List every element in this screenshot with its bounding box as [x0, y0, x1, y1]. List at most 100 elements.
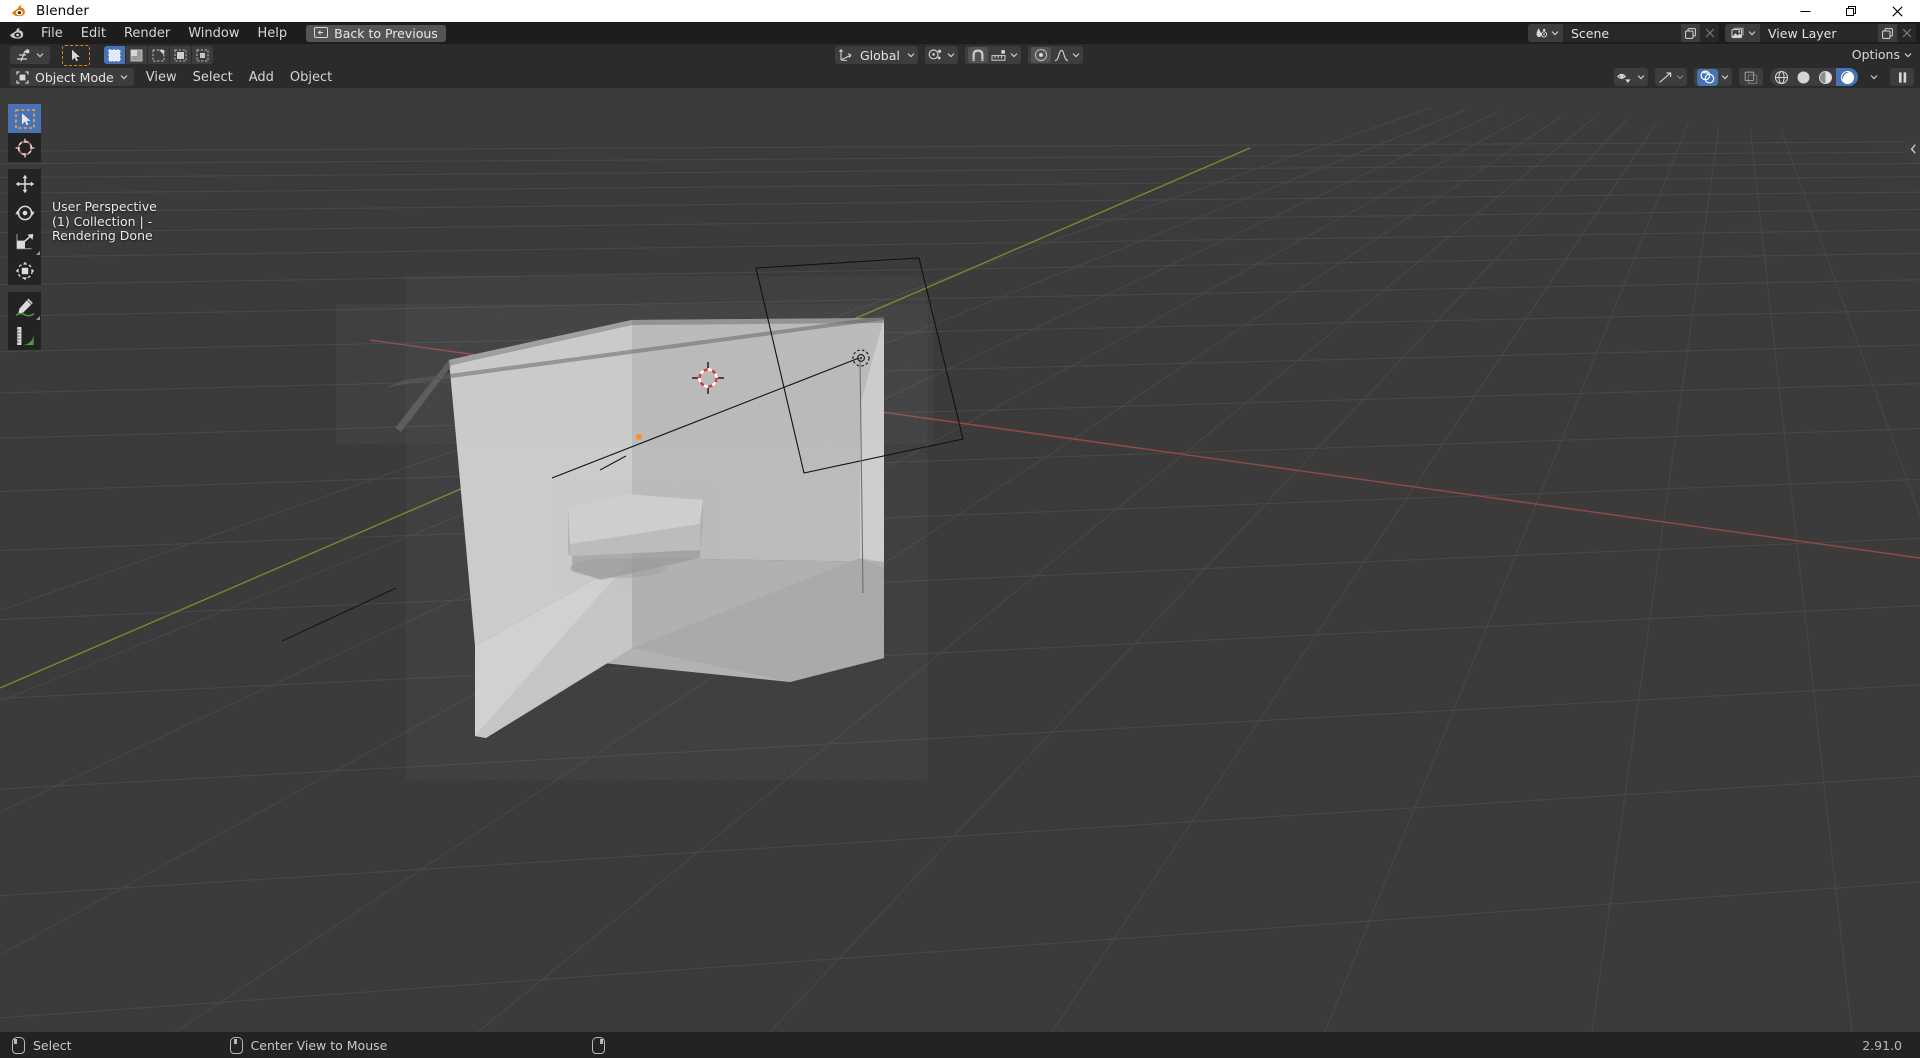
- gizmos-dropdown[interactable]: [1655, 68, 1687, 86]
- select-intersect-icon[interactable]: [192, 46, 213, 64]
- mouse-left-icon: [12, 1036, 25, 1054]
- gizmo-icon: [1659, 71, 1672, 83]
- unlink-x-icon[interactable]: [1700, 24, 1719, 42]
- select-invert-icon[interactable]: [170, 46, 191, 64]
- status-bar: Select Center View to Mouse 2.91.0: [0, 1032, 1920, 1058]
- minimize-button[interactable]: [1782, 0, 1828, 22]
- scene-data-icon[interactable]: [1528, 24, 1563, 42]
- menu-render[interactable]: Render: [115, 24, 179, 43]
- mouse-middle-icon: [229, 1036, 243, 1054]
- snapping-group[interactable]: [964, 46, 1021, 64]
- back-to-previous-button[interactable]: Back to Previous: [306, 24, 446, 42]
- orientation-axis-icon: [838, 48, 853, 62]
- tool-annotate[interactable]: [8, 292, 41, 321]
- active-tool-button[interactable]: [10, 46, 50, 64]
- select-tool-indicator[interactable]: [62, 44, 90, 66]
- proportional-editing-group[interactable]: [1027, 46, 1083, 64]
- overlays-dropdown[interactable]: [1694, 68, 1732, 86]
- viewport-menu-add[interactable]: Add: [241, 68, 282, 87]
- tool-submenu-indicator: [36, 251, 40, 255]
- pause-render-button[interactable]: [1890, 68, 1914, 86]
- mode-selector[interactable]: Object Mode: [10, 68, 134, 86]
- snap-increment-icon[interactable]: [991, 49, 1007, 62]
- shading-wireframe[interactable]: [1770, 68, 1792, 86]
- status-center-view-label: Center View to Mouse: [250, 1037, 388, 1053]
- tool-measure[interactable]: [8, 321, 41, 350]
- xray-toggle[interactable]: [1739, 68, 1763, 86]
- shading-solid[interactable]: [1792, 68, 1814, 86]
- maximize-button[interactable]: [1828, 0, 1874, 22]
- menu-help[interactable]: Help: [249, 24, 297, 43]
- back-to-previous-label: Back to Previous: [334, 25, 438, 41]
- chevron-down-icon: [1637, 75, 1645, 80]
- chevron-down-icon: [1870, 75, 1878, 80]
- view-layer-icon[interactable]: [1725, 24, 1760, 42]
- blender-version: 2.91.0: [1862, 1037, 1902, 1053]
- window-title: Blender: [36, 3, 89, 19]
- blender-window: Blender File Edit Render Window Help Bac…: [0, 0, 1920, 1058]
- 3d-viewport[interactable]: User Perspective (1) Collection | - Rend…: [0, 88, 1920, 1032]
- select-mode-group: [104, 46, 213, 64]
- viewport-menu-select[interactable]: Select: [185, 68, 241, 87]
- magnet-icon[interactable]: [967, 47, 988, 63]
- menu-edit[interactable]: Edit: [72, 24, 115, 43]
- shading-material[interactable]: [1814, 68, 1836, 86]
- chevron-down-icon: [1010, 53, 1018, 58]
- sidebar-collapse-arrow[interactable]: [1906, 136, 1920, 162]
- smooth-falloff-icon[interactable]: [1054, 49, 1069, 62]
- status-context-menu[interactable]: [592, 1036, 613, 1054]
- viewport-menubar: View Select Add Object: [138, 68, 340, 87]
- tool-settings-bar: Global Options: [0, 44, 1920, 66]
- pivot-point-icon: [928, 48, 944, 62]
- scene-name[interactable]: Scene: [1563, 24, 1681, 42]
- viewport-toolbar: [8, 104, 41, 350]
- status-select-label: Select: [33, 1037, 72, 1053]
- window-controls: [1782, 0, 1920, 22]
- new-copy-icon[interactable]: [1681, 24, 1700, 42]
- object-origin-dot: [636, 434, 642, 440]
- menu-file[interactable]: File: [32, 24, 72, 43]
- select-extend-icon[interactable]: [126, 46, 147, 64]
- viewport-menu-object[interactable]: Object: [282, 68, 340, 87]
- new-copy-icon[interactable]: [1878, 24, 1897, 42]
- chevron-down-icon: [1676, 75, 1684, 80]
- pivot-point-selector[interactable]: [924, 46, 958, 64]
- viewport-menu-view[interactable]: View: [138, 68, 185, 87]
- tool-rotate[interactable]: [8, 198, 41, 227]
- status-select[interactable]: Select: [12, 1036, 72, 1054]
- close-button[interactable]: [1874, 0, 1920, 22]
- back-to-previous-icon: [314, 27, 329, 39]
- transform-orientation-selector[interactable]: Global: [835, 46, 918, 64]
- object-visibility-dropdown[interactable]: [1614, 68, 1648, 86]
- chevron-left-icon: [1910, 144, 1916, 154]
- shading-options-dropdown[interactable]: [1865, 68, 1883, 86]
- pause-icon: [1898, 71, 1906, 83]
- shading-mode-group: [1770, 68, 1858, 86]
- status-center-view[interactable]: Center View to Mouse: [229, 1036, 388, 1054]
- overlays-icon[interactable]: [1697, 68, 1718, 86]
- options-dropdown[interactable]: Options: [1852, 47, 1912, 62]
- select-set-icon[interactable]: [104, 46, 125, 64]
- transform-orientation-value: Global: [860, 47, 900, 63]
- tool-transform[interactable]: [8, 256, 41, 285]
- tool-tweak-select-box[interactable]: [8, 104, 41, 133]
- tool-cursor[interactable]: [8, 133, 41, 162]
- chevron-down-icon: [1904, 52, 1912, 57]
- menu-window[interactable]: Window: [179, 24, 248, 43]
- viewport-render: [0, 88, 1920, 1032]
- mode-label: Object Mode: [35, 69, 114, 85]
- proportional-editing-icon[interactable]: [1030, 47, 1051, 63]
- tool-move[interactable]: [8, 169, 41, 198]
- tool-submenu-indicator: [36, 316, 40, 320]
- view-layer-name[interactable]: View Layer: [1760, 24, 1878, 42]
- blender-logo-icon: [8, 1, 28, 21]
- view-layer-selector[interactable]: View Layer: [1725, 24, 1916, 42]
- shading-rendered[interactable]: [1836, 68, 1858, 86]
- cursor-arrow-icon: [71, 49, 80, 61]
- scene-selector[interactable]: Scene: [1528, 24, 1719, 42]
- select-subtract-icon[interactable]: [148, 46, 169, 64]
- tool-scale[interactable]: [8, 227, 41, 256]
- unlink-x-icon[interactable]: [1897, 24, 1916, 42]
- mouse-right-icon: [592, 1036, 606, 1054]
- chevron-down-icon: [947, 53, 955, 58]
